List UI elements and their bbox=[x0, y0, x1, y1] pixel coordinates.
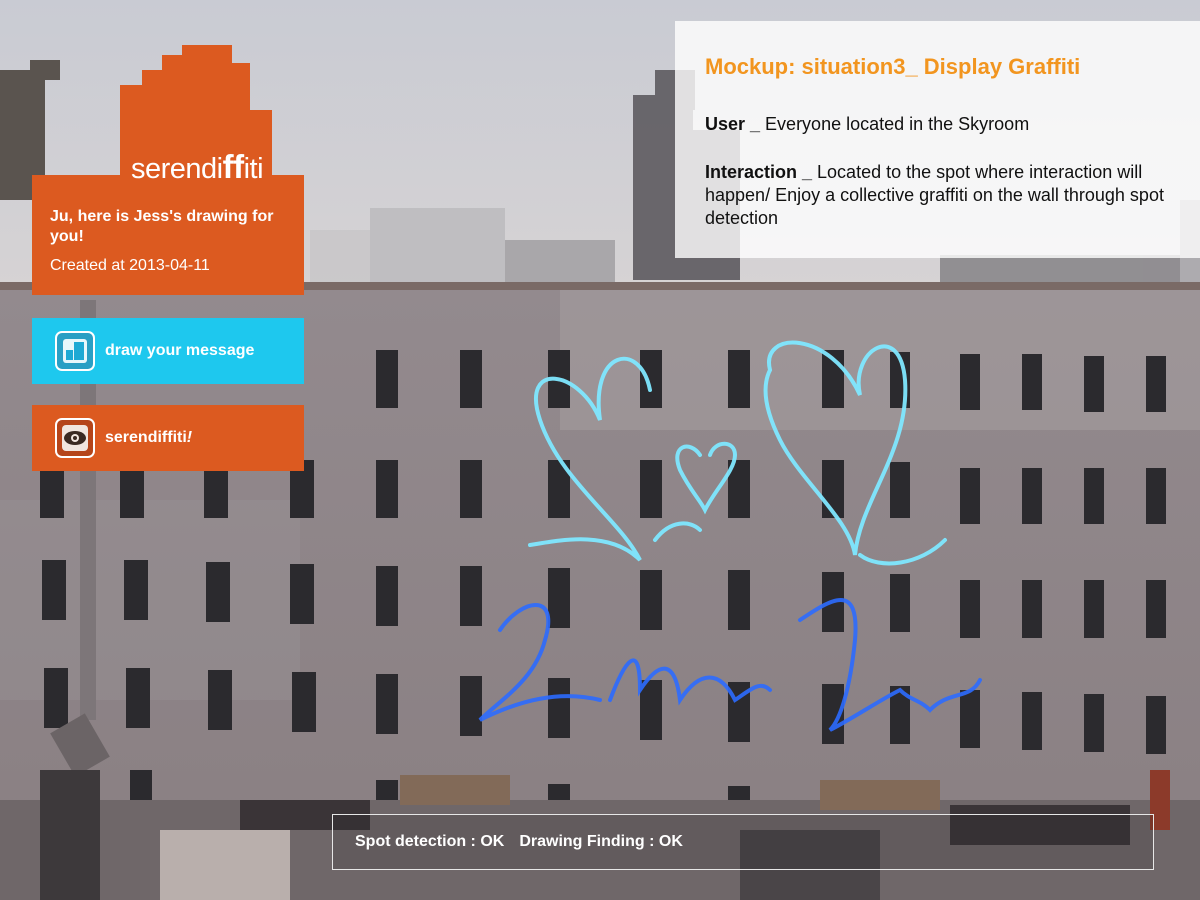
serendiffiti-label: serendiffiti! bbox=[105, 429, 193, 446]
mockup-info-panel: Mockup: situation3_ Display Graffiti Use… bbox=[675, 21, 1200, 258]
drawing-finding-status: Drawing Finding : OK bbox=[519, 833, 683, 850]
message-created-date: Created at 2013-04-11 bbox=[50, 257, 210, 274]
status-bar: Spot detection : OK Drawing Finding : OK bbox=[332, 814, 1154, 870]
spray-can-icon bbox=[55, 331, 95, 371]
draw-message-button[interactable]: draw your message bbox=[32, 318, 304, 384]
interaction-description: Interaction _ Located to the spot where … bbox=[705, 162, 1164, 228]
serendiffiti-view-button[interactable]: serendiffiti! bbox=[32, 405, 304, 471]
spot-detection-status: Spot detection : OK bbox=[355, 833, 505, 850]
mockup-title: Mockup: situation3_ Display Graffiti bbox=[705, 54, 1081, 79]
message-headline: Ju, here is Jess's drawing for you! bbox=[50, 208, 274, 245]
message-card: Ju, here is Jess's drawing for you! Crea… bbox=[50, 207, 290, 275]
user-description: User _ Everyone located in the Skyroom bbox=[705, 114, 1030, 134]
draw-message-label: draw your message bbox=[105, 342, 255, 359]
eye-icon bbox=[55, 418, 95, 458]
logo-wordmark: serendiffiti bbox=[131, 148, 264, 185]
